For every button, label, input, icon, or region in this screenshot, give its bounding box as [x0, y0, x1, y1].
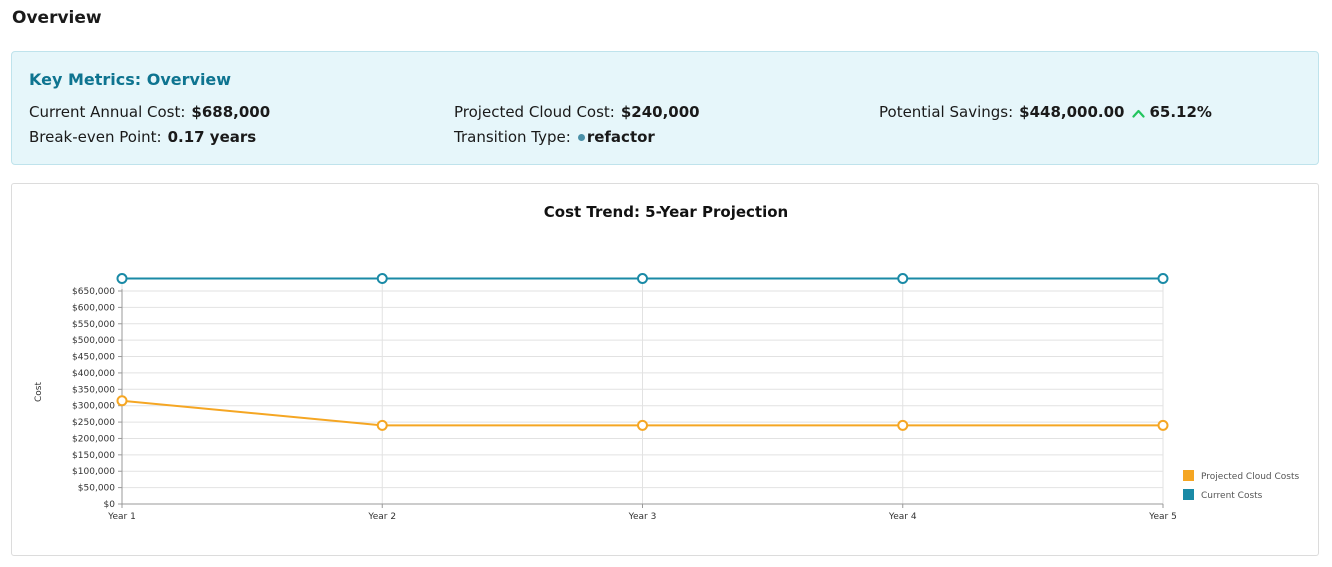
metric-value: $240,000	[620, 103, 700, 121]
data-point-projected-cloud-costs[interactable]	[897, 419, 909, 431]
y-tick-label: $450,000	[72, 353, 115, 363]
metric-label: Current Annual Cost:	[29, 103, 186, 121]
legend-label-projected-cloud-costs[interactable]: Projected Cloud Costs	[1201, 472, 1299, 482]
data-point-current-costs[interactable]	[637, 273, 648, 285]
metric-projected-cloud-cost: Projected Cloud Cost: $240,000	[454, 103, 700, 121]
y-tick-label: $0	[104, 500, 116, 510]
y-tick-label: $650,000	[72, 287, 115, 297]
page-title: Overview	[12, 8, 102, 28]
y-tick-label: $600,000	[72, 303, 115, 313]
savings-percent: 65.12%	[1149, 103, 1212, 121]
metric-current-annual-cost: Current Annual Cost: $688,000	[29, 103, 270, 121]
x-tick-label: Year 1	[107, 512, 136, 522]
y-tick-label: $250,000	[72, 418, 115, 428]
data-point-current-costs[interactable]	[1157, 273, 1169, 285]
y-tick-label: $50,000	[78, 484, 115, 494]
metric-label: Potential Savings:	[879, 103, 1014, 121]
data-point-current-costs[interactable]	[376, 273, 388, 285]
y-axis-label: Cost	[34, 382, 44, 402]
y-tick-label: $550,000	[72, 320, 115, 330]
y-tick-label: $100,000	[72, 467, 115, 477]
data-point-projected-cloud-costs[interactable]	[116, 395, 128, 407]
data-point-projected-cloud-costs[interactable]	[1157, 419, 1169, 431]
y-tick-label: $200,000	[72, 434, 115, 444]
key-metrics-card: Key Metrics: Overview Current Annual Cos…	[11, 51, 1319, 165]
cost-trend-chart-card: Cost Trend: 5-Year Projection Cost $0 $50…	[11, 183, 1319, 556]
metric-label: Break-even Point:	[29, 128, 162, 146]
chevron-up-icon	[1132, 104, 1146, 122]
metric-label: Transition Type:	[454, 128, 571, 146]
x-tick-label: Year 3	[628, 512, 657, 522]
data-point-projected-cloud-costs[interactable]	[637, 419, 648, 431]
cost-trend-chart: Cost Trend: 5-Year Projection Cost $0 $50…	[34, 203, 1299, 522]
x-tick-label: Year 2	[367, 512, 396, 522]
x-tick-label: Year 4	[888, 512, 917, 522]
metric-value: 0.17 years	[167, 128, 257, 146]
data-point-projected-cloud-costs[interactable]	[376, 419, 388, 431]
y-tick-label: $400,000	[72, 369, 115, 379]
legend-swatch-projected-cloud-costs	[1183, 470, 1194, 481]
legend-label-current-costs[interactable]: Current Costs	[1201, 491, 1263, 501]
metric-value: refactor	[586, 128, 655, 146]
key-metrics-title: Key Metrics: Overview	[29, 70, 232, 89]
metric-label: Projected Cloud Cost:	[454, 103, 615, 121]
metric-value: $688,000	[191, 103, 271, 121]
data-point-current-costs[interactable]	[897, 273, 909, 285]
y-tick-label: $500,000	[72, 336, 115, 346]
transition-dot-icon	[577, 133, 585, 141]
y-tick-label: $150,000	[72, 451, 115, 461]
y-tick-label: $300,000	[72, 402, 115, 412]
metric-transition-type: Transition Type: refactor	[454, 128, 655, 146]
metric-break-even: Break-even Point: 0.17 years	[29, 128, 256, 146]
legend-swatch-current-costs	[1183, 489, 1194, 500]
metric-potential-savings: Potential Savings: $448,000.00 65.12%	[879, 103, 1212, 122]
x-tick-label: Year 5	[1148, 512, 1177, 522]
data-point-current-costs[interactable]	[116, 273, 128, 285]
y-tick-label: $350,000	[72, 385, 115, 395]
chart-title: Cost Trend: 5-Year Projection	[544, 203, 788, 221]
metric-value: $448,000.00	[1019, 103, 1125, 121]
